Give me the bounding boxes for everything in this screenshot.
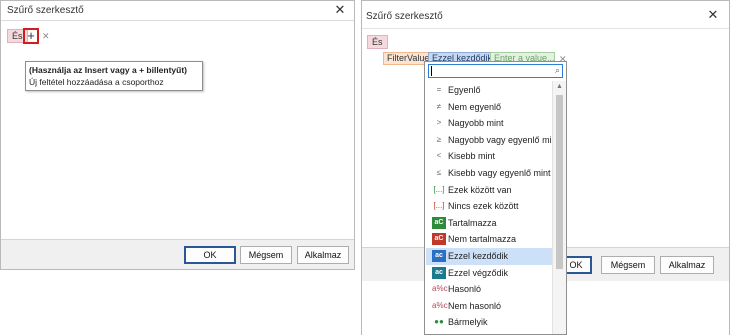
operator-option-label: Nem egyenlő bbox=[448, 101, 502, 112]
operator-option[interactable]: a%c Nem hasonló bbox=[426, 298, 552, 315]
filter-editor-dialog-1: Szűrő szerkesztő ✕ És + ✕ (Használja az … bbox=[0, 0, 355, 270]
dialog-title-bar: Szűrő szerkesztő ✕ bbox=[362, 1, 729, 29]
operator-option-label: Tartalmazza bbox=[448, 217, 497, 228]
operator-option[interactable]: ≠ Nem egyenlő bbox=[426, 99, 552, 116]
close-icon[interactable]: ✕ bbox=[705, 7, 721, 23]
dialog-title: Szűrő szerkesztő bbox=[7, 5, 84, 16]
dropdown-scrollbar[interactable]: ▲ bbox=[552, 81, 566, 334]
operator-option-label: Ezzel kezdődik bbox=[448, 251, 509, 261]
cancel-button[interactable]: Mégsem bbox=[240, 246, 292, 264]
operator-option-label: Nem hasonló bbox=[448, 300, 502, 311]
cancel-button[interactable]: Mégsem bbox=[601, 256, 655, 274]
operator-option-label: Egyenlő bbox=[448, 85, 481, 95]
text-caret bbox=[431, 66, 432, 76]
operator-option-label: Kisebb vagy egyenlő mint bbox=[448, 168, 551, 178]
operator-option-label: Nagyobb mint bbox=[448, 118, 504, 129]
operator-option[interactable]: ≥ Nagyobb vagy egyenlő mint bbox=[426, 132, 559, 149]
add-condition-button[interactable]: + bbox=[23, 28, 39, 44]
add-condition-tooltip: (Használja az Insert vagy a + billentyűt… bbox=[25, 61, 203, 91]
operator-option-icon: aC bbox=[432, 233, 446, 246]
operator-option-icon: ac bbox=[432, 266, 446, 279]
operator-option-icon: aC bbox=[432, 216, 446, 229]
operator-option-label: Ezek között van bbox=[448, 184, 512, 195]
apply-button[interactable]: Alkalmaz bbox=[660, 256, 714, 274]
operator-option-icon: a%c bbox=[432, 284, 448, 294]
operator-option[interactable]: > Nagyobb mint bbox=[426, 115, 552, 132]
scrollbar-thumb[interactable] bbox=[556, 95, 563, 269]
operator-option-label: Nincs ezek között bbox=[448, 201, 519, 212]
remove-group-icon[interactable]: ✕ bbox=[42, 31, 50, 42]
operator-option-icon: ≠ bbox=[436, 101, 442, 111]
operator-option-label: Ezzel végződik bbox=[448, 267, 509, 278]
operator-option[interactable]: = Egyenlő bbox=[426, 82, 552, 99]
tooltip-title: (Használja az Insert vagy a + billentyűt… bbox=[29, 65, 188, 75]
dialog-title: Szűrő szerkesztő bbox=[366, 11, 443, 22]
tooltip-description: Új feltétel hozzáadása a csoporthoz bbox=[29, 77, 164, 87]
operator-option-label: Kisebb mint bbox=[448, 151, 496, 162]
operator-option[interactable]: ≤ Kisebb vagy egyenlő mint bbox=[426, 165, 552, 182]
operator-option[interactable]: [...] Ezek között van bbox=[426, 182, 552, 199]
operator-option[interactable]: ●● Bármelyik bbox=[426, 314, 552, 331]
operator-option[interactable]: < Kisebb mint bbox=[426, 148, 552, 165]
operator-option-icon: [...] bbox=[433, 184, 445, 194]
apply-button[interactable]: Alkalmaz bbox=[297, 246, 349, 264]
dialog-title-bar: Szűrő szerkesztő ✕ bbox=[1, 1, 354, 21]
operator-option-icon: a%c bbox=[432, 300, 448, 310]
operator-option-label: Nem tartalmazza bbox=[448, 234, 517, 245]
operator-option-label: Hasonló bbox=[448, 284, 482, 295]
operator-option-icon: ●● bbox=[434, 317, 444, 327]
scroll-up-icon[interactable]: ▲ bbox=[556, 83, 563, 90]
operator-option-icon: ac bbox=[432, 250, 446, 262]
operator-option[interactable]: [...] Nincs ezek között bbox=[426, 198, 552, 215]
operator-dropdown[interactable]: ⌕ = Egyenlő ≠ Nem egyenlő > Nagyobb mint ≥ Nagy… bbox=[424, 61, 567, 335]
dialog-footer: OK Mégsem Alkalmaz bbox=[1, 239, 354, 269]
operator-option-icon: ≤ bbox=[436, 168, 442, 177]
operator-option-icon: ≥ bbox=[436, 134, 442, 144]
search-icon: ⌕ bbox=[554, 65, 560, 75]
operator-option-label: Bármelyik bbox=[448, 317, 488, 328]
operator-search-input[interactable]: ⌕ bbox=[428, 64, 563, 78]
close-icon[interactable]: ✕ bbox=[332, 2, 348, 18]
operator-option[interactable]: ac Ezzel végződik bbox=[426, 265, 552, 282]
operator-option[interactable]: ac Ezzel kezdődik bbox=[426, 248, 552, 265]
operator-option[interactable]: aC Tartalmazza bbox=[426, 215, 552, 232]
operator-option-icon: [...] bbox=[433, 201, 445, 211]
operator-option-icon: < bbox=[436, 151, 442, 161]
operator-option[interactable]: a%c Hasonló bbox=[426, 281, 552, 298]
operator-option-label: Nagyobb vagy egyenlő mint bbox=[448, 134, 560, 145]
and-group-label[interactable]: És bbox=[367, 35, 388, 49]
operator-option[interactable]: aC Nem tartalmazza bbox=[426, 231, 552, 248]
operator-option-icon: = bbox=[436, 85, 442, 94]
operator-option-icon: > bbox=[436, 118, 442, 128]
ok-button[interactable]: OK bbox=[184, 246, 236, 264]
